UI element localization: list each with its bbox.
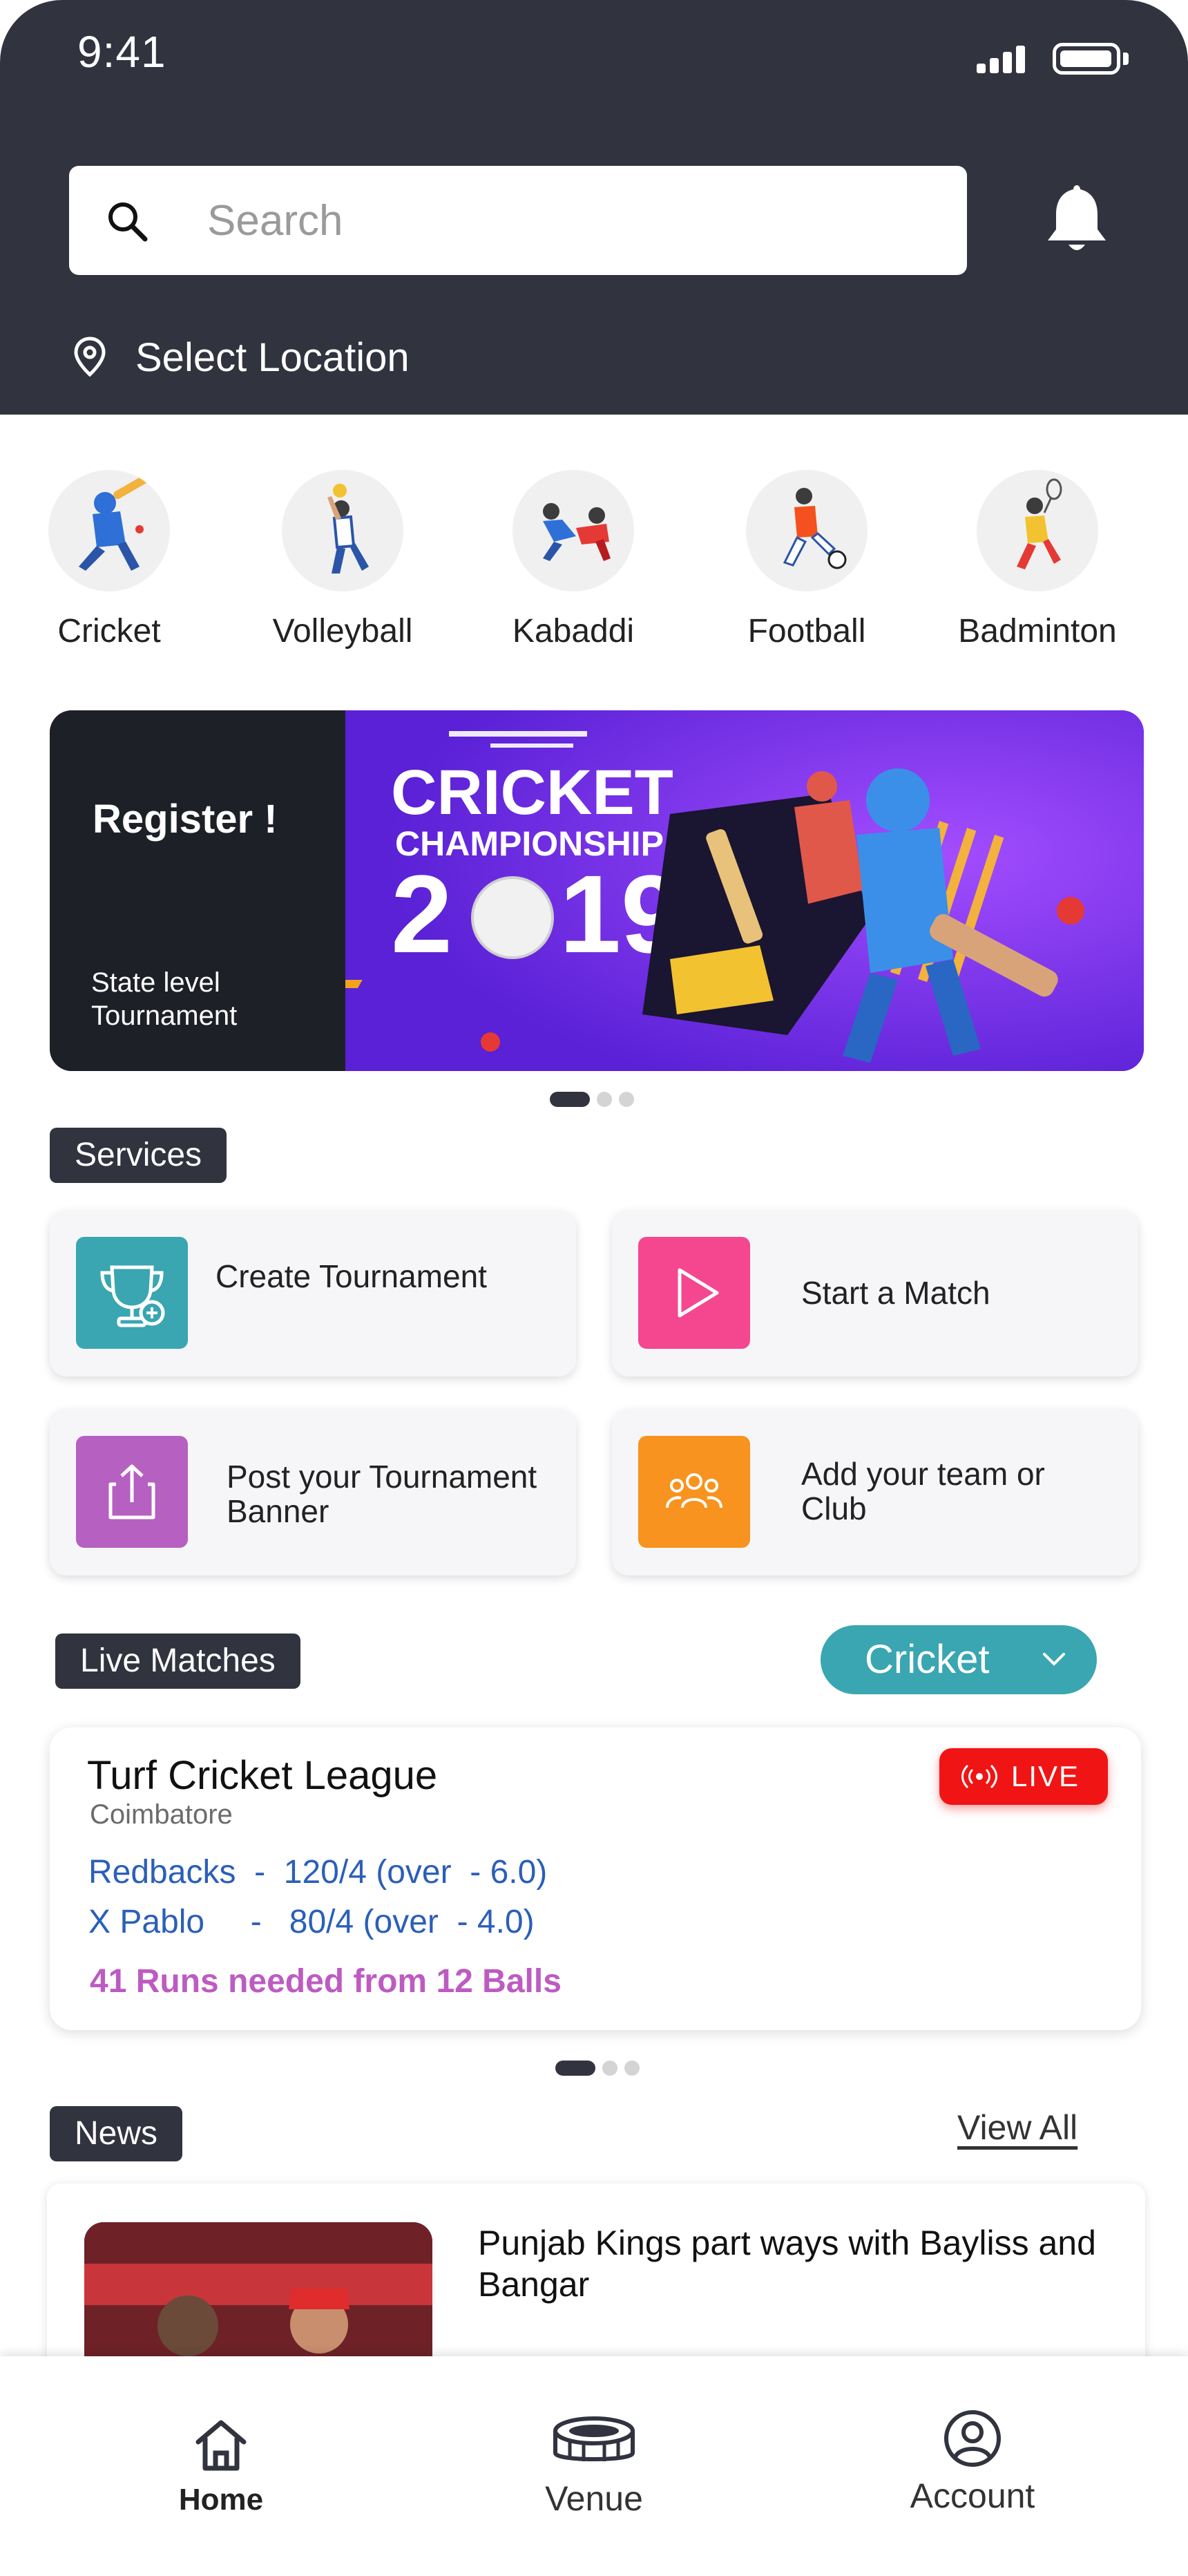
create-tournament-card[interactable]: Create Tournament xyxy=(50,1211,576,1376)
live-badge: LIVE xyxy=(939,1748,1108,1805)
nav-account-label: Account xyxy=(910,2476,1035,2515)
carousel-dot[interactable] xyxy=(624,2061,640,2076)
start-match-label: Start a Match xyxy=(801,1275,990,1311)
carousel-dot[interactable] xyxy=(602,2061,617,2076)
nav-venue-label: Venue xyxy=(545,2479,643,2518)
sport-item-badminton[interactable]: Badminton xyxy=(955,470,1120,650)
signal-icon xyxy=(977,41,1026,73)
kabaddi-players-icon xyxy=(512,470,634,591)
news-tag: News xyxy=(50,2106,183,2161)
sport-label-badminton: Badminton xyxy=(958,613,1117,650)
live-badge-label: LIVE xyxy=(1011,1760,1080,1792)
share-upload-icon xyxy=(76,1436,188,1548)
banner-subtitle: State level Tournament xyxy=(91,967,238,1031)
sport-item-volleyball[interactable]: Volleyball xyxy=(260,470,425,650)
carousel-dot[interactable] xyxy=(619,1092,634,1107)
runs-needed: 41 Runs needed from 12 Balls xyxy=(90,1963,562,2000)
start-match-card[interactable]: Start a Match xyxy=(612,1211,1138,1376)
nav-home-label: Home xyxy=(178,2483,264,2517)
sport-label-cricket: Cricket xyxy=(57,613,161,650)
cricket-player-icon xyxy=(48,470,170,591)
post-banner-label: Post your Tournament Banner xyxy=(227,1459,537,1529)
create-tournament-label: Create Tournament xyxy=(215,1258,487,1294)
banner-year-part1: 2 xyxy=(391,852,452,976)
home-icon xyxy=(195,2420,247,2471)
sport-label-volleyball: Volleyball xyxy=(272,613,413,650)
play-icon xyxy=(638,1237,750,1349)
nav-account[interactable]: Account xyxy=(903,2407,1042,2516)
sport-item-football[interactable]: Football xyxy=(724,470,890,650)
search-input[interactable] xyxy=(207,189,932,252)
banner-register-title[interactable]: Register ! xyxy=(93,796,278,842)
news-headline[interactable]: Punjab Kings part ways with Bayliss and … xyxy=(478,2222,1127,2305)
stadium-icon xyxy=(553,2416,635,2461)
football-player-icon xyxy=(746,470,868,591)
banner-heading: CRICKET xyxy=(391,757,673,828)
match-title: Turf Cricket League xyxy=(87,1753,438,1798)
location-pin-icon[interactable] xyxy=(72,336,108,377)
cricket-championship-image: CRICKET CHAMPIONSHIP 2 19 xyxy=(345,710,1144,1071)
team-icon xyxy=(638,1436,750,1548)
sport-item-cricket[interactable]: Cricket xyxy=(26,470,192,650)
nav-home[interactable]: Home xyxy=(152,2414,290,2517)
search-icon xyxy=(108,202,148,242)
chevron-down-icon xyxy=(1043,1653,1065,1666)
add-team-label: Add your team or Club xyxy=(801,1456,1045,1526)
volleyball-player-icon xyxy=(282,470,403,591)
live-match-card[interactable]: Turf Cricket League Coimbatore LIVE Redb… xyxy=(50,1727,1141,2030)
badminton-player-icon xyxy=(977,470,1098,591)
carousel-dot-active[interactable] xyxy=(555,2061,595,2076)
banner-text-panel: Register ! State level Tournament xyxy=(50,710,345,1071)
sport-filter-value: Cricket xyxy=(865,1637,990,1682)
post-banner-card[interactable]: Post your Tournament Banner xyxy=(50,1410,576,1575)
broadcast-icon xyxy=(961,1764,997,1789)
view-all-link[interactable]: View All xyxy=(957,2108,1077,2148)
banner-carousel-dots[interactable] xyxy=(550,1092,634,1107)
match-carousel-dots[interactable] xyxy=(555,2061,640,2076)
carousel-dot-active[interactable] xyxy=(550,1092,590,1107)
battery-icon xyxy=(1053,43,1120,75)
live-matches-tag: Live Matches xyxy=(55,1633,300,1689)
add-team-card[interactable]: Add your team or Club xyxy=(612,1410,1138,1575)
promo-banner[interactable]: Register ! State level Tournament CRICKE… xyxy=(50,710,1144,1071)
bell-icon[interactable] xyxy=(1042,181,1112,257)
sport-label-kabaddi: Kabaddi xyxy=(512,613,635,650)
carousel-dot[interactable] xyxy=(597,1092,612,1107)
services-tag: Services xyxy=(50,1128,227,1183)
search-bar[interactable] xyxy=(69,166,967,275)
account-icon xyxy=(944,2410,1001,2467)
select-location-link[interactable]: Select Location xyxy=(135,334,410,381)
sport-label-football: Football xyxy=(747,613,866,650)
sport-item-kabaddi[interactable]: Kabaddi xyxy=(490,470,656,650)
nav-venue[interactable]: Venue xyxy=(525,2410,663,2519)
team1-score: Redbacks - 120/4 (over - 6.0) xyxy=(88,1854,548,1891)
status-time: 9:41 xyxy=(77,27,166,77)
trophy-icon xyxy=(76,1237,188,1349)
battery-tip xyxy=(1123,53,1129,65)
sport-filter-dropdown[interactable]: Cricket xyxy=(821,1625,1097,1694)
match-location: Coimbatore xyxy=(90,1799,233,1830)
team2-score: X Pablo - 80/4 (over - 4.0) xyxy=(88,1904,535,1940)
